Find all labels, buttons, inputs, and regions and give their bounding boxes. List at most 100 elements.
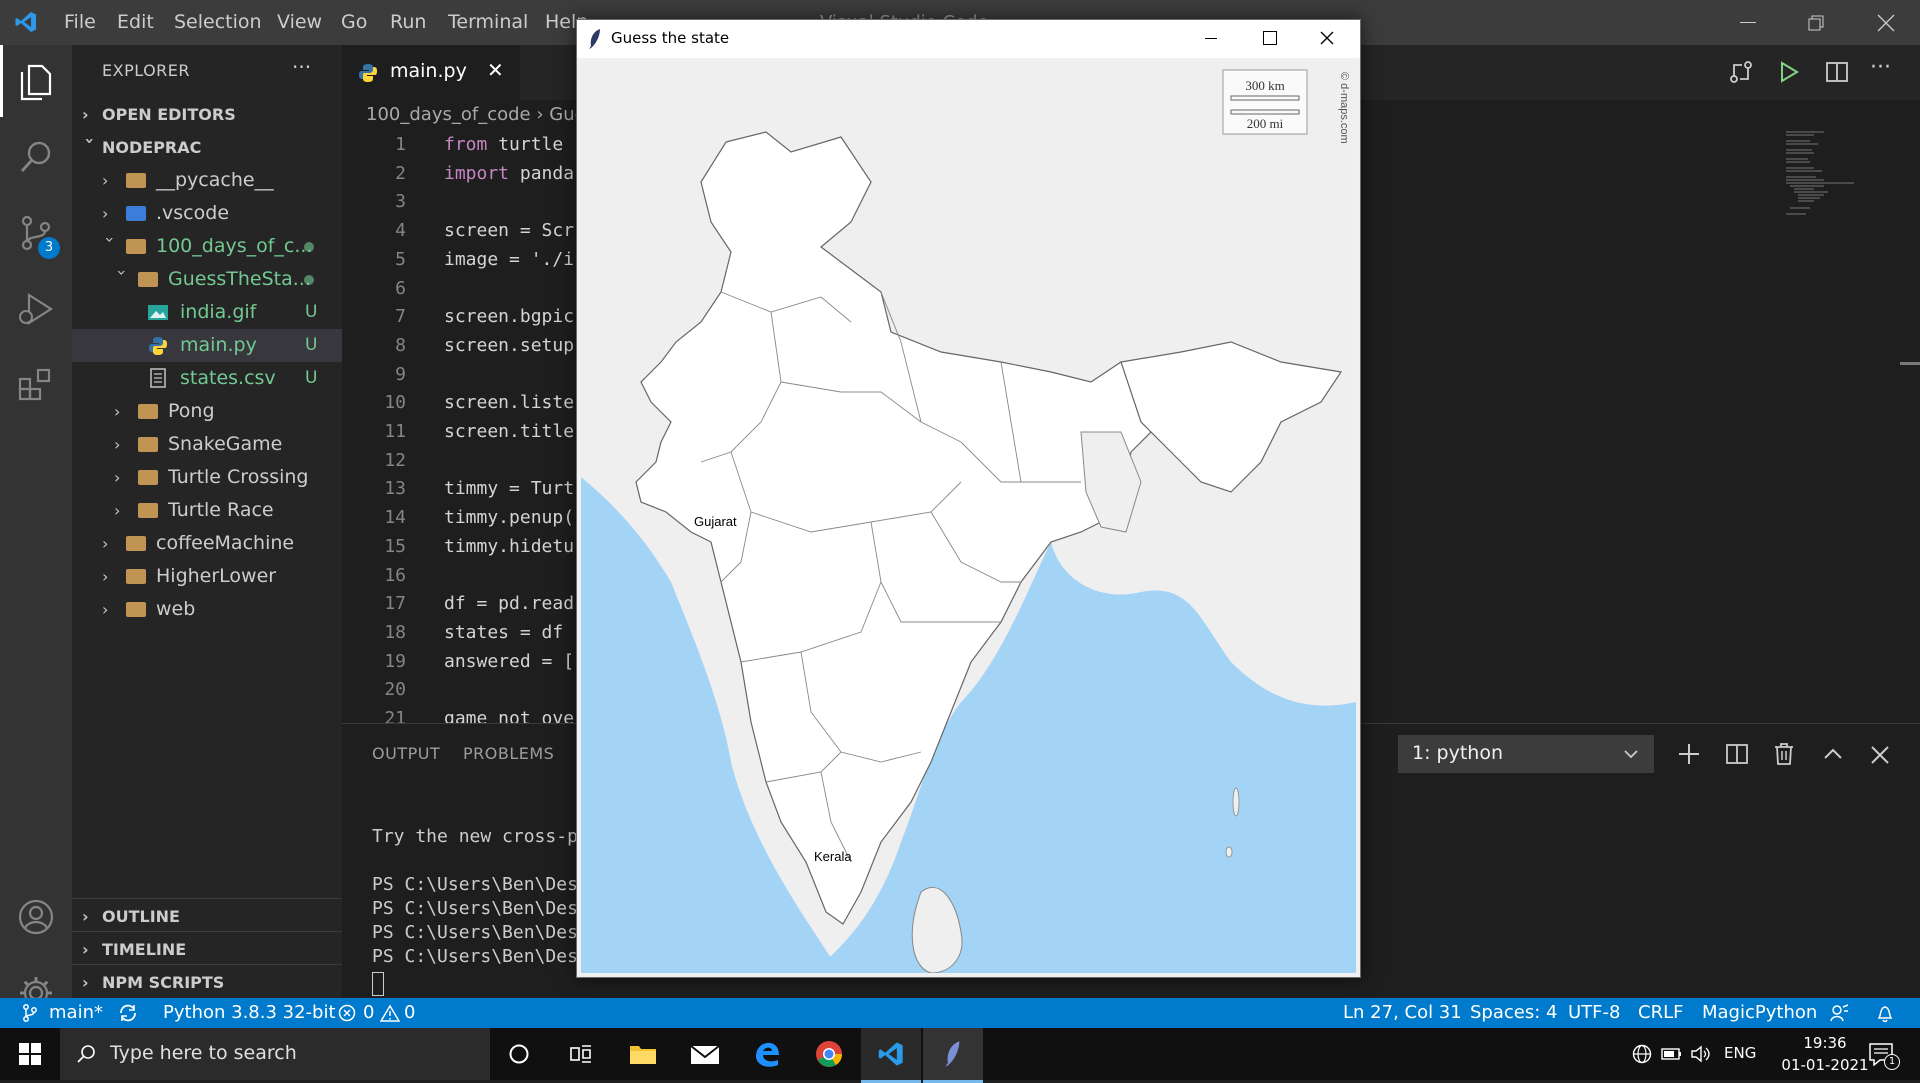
run-file-icon[interactable] (1776, 59, 1802, 85)
trash-icon[interactable] (1772, 741, 1796, 767)
error-count[interactable]: 0 (363, 998, 374, 1028)
npm-scripts-section[interactable]: › NPM SCRIPTS (72, 966, 342, 999)
battery-icon[interactable] (1661, 1046, 1683, 1062)
search-button[interactable] (0, 121, 72, 193)
menu-run[interactable]: Run (390, 0, 426, 45)
tree-item-coffeemachine[interactable]: › coffeeMachine (72, 527, 342, 560)
branch-status[interactable]: main* (49, 998, 103, 1028)
sync-icon[interactable] (117, 1003, 139, 1023)
tab-output[interactable]: OUTPUT (372, 744, 440, 763)
encoding[interactable]: UTF-8 (1568, 998, 1620, 1028)
code-line[interactable]: df = pd.read (444, 593, 574, 614)
code-line[interactable]: timmy.hidetu (444, 536, 574, 557)
code-line[interactable]: answered = [ (444, 651, 574, 672)
maximize-icon[interactable] (1263, 31, 1277, 45)
split-editor-icon[interactable] (1824, 59, 1850, 85)
more-actions-button[interactable]: ··· (292, 55, 311, 79)
explorer-button[interactable] (0, 45, 72, 117)
turtle-title-bar[interactable]: Guess the state (577, 20, 1360, 58)
clock-date[interactable]: 01-01-2021 (1766, 1056, 1884, 1074)
close-window-button[interactable] (1852, 0, 1920, 45)
menu-view[interactable]: View (277, 0, 322, 45)
tab-main-py[interactable]: main.py ✕ (342, 45, 520, 100)
tree-item-vscode[interactable]: › .vscode (72, 197, 342, 230)
indentation[interactable]: Spaces: 4 (1470, 998, 1557, 1028)
tree-item-india-gif[interactable]: india.gif U (72, 296, 342, 329)
taskbar-search-box[interactable]: Type here to search (60, 1028, 490, 1080)
run-debug-button[interactable] (0, 273, 72, 345)
error-icon[interactable] (338, 1004, 356, 1022)
clock-time[interactable]: 19:36 (1790, 1034, 1860, 1052)
tree-item-higherlower[interactable]: › HigherLower (72, 560, 342, 593)
close-icon[interactable] (1320, 31, 1334, 45)
cortana-button[interactable] (489, 1028, 549, 1080)
file-explorer-taskbar-button[interactable] (613, 1028, 673, 1080)
tree-item-states-csv[interactable]: states.csv U (72, 362, 342, 395)
code-line[interactable]: from turtle (444, 134, 563, 155)
scrollbar-thumb[interactable] (1900, 362, 1920, 365)
code-line[interactable]: screen = Scr (444, 220, 574, 241)
tree-item-pong[interactable]: › Pong (72, 395, 342, 428)
open-editors-section[interactable]: › OPEN EDITORS (72, 98, 342, 131)
code-line[interactable]: screen.title (444, 421, 574, 442)
source-control-button[interactable]: 3 (0, 197, 72, 269)
menu-terminal[interactable]: Terminal (448, 0, 528, 45)
start-button[interactable] (0, 1028, 60, 1080)
tree-item-turtle-crossing[interactable]: › Turtle Crossing (72, 461, 342, 494)
terminal-selector[interactable]: 1: python (1398, 735, 1654, 773)
compare-changes-icon[interactable] (1728, 59, 1754, 85)
code-line[interactable]: screen.setup (444, 335, 574, 356)
india-map-image[interactable]: 300 km 200 mi © d-maps.com Gujarat Keral… (581, 62, 1356, 973)
cursor-position[interactable]: Ln 27, Col 31 (1343, 998, 1462, 1028)
chevron-up-icon[interactable] (1821, 744, 1845, 764)
code-line[interactable]: screen.liste (444, 392, 574, 413)
chrome-taskbar-button[interactable] (799, 1028, 859, 1080)
turtle-canvas[interactable]: 300 km 200 mi © d-maps.com Gujarat Keral… (581, 62, 1356, 973)
python-turtle-taskbar-button[interactable] (923, 1028, 983, 1083)
menu-file[interactable]: File (64, 0, 96, 45)
menu-selection[interactable]: Selection (174, 0, 262, 45)
python-interpreter[interactable]: Python 3.8.3 32-bit (163, 998, 336, 1028)
tree-item-snakegame[interactable]: › SnakeGame (72, 428, 342, 461)
mail-taskbar-button[interactable] (675, 1028, 735, 1080)
warning-icon[interactable] (380, 1004, 400, 1022)
tree-item-turtle-race[interactable]: › Turtle Race (72, 494, 342, 527)
minimize-button[interactable] (1714, 0, 1782, 45)
code-line[interactable]: timmy.penup( (444, 507, 574, 528)
extensions-button[interactable] (0, 349, 72, 421)
warning-count[interactable]: 0 (404, 998, 415, 1028)
code-line[interactable]: import panda (444, 163, 574, 184)
code-line[interactable]: image = './i (444, 249, 574, 270)
tree-item-web[interactable]: › web (72, 593, 342, 626)
outline-section[interactable]: › OUTLINE (72, 900, 342, 933)
tree-item-100-days[interactable]: › 100_days_of_c... (72, 230, 342, 263)
more-actions-icon[interactable]: ··· (1870, 55, 1891, 80)
close-panel-icon[interactable] (1869, 744, 1891, 766)
tree-item-pycache[interactable]: › __pycache__ (72, 164, 342, 197)
menu-edit[interactable]: Edit (117, 0, 154, 45)
tree-item-main-py[interactable]: main.py U (72, 329, 342, 362)
language-mode[interactable]: MagicPython (1702, 998, 1817, 1028)
split-terminal-icon[interactable] (1725, 742, 1749, 766)
feedback-icon[interactable] (1829, 1003, 1849, 1023)
new-terminal-icon[interactable] (1677, 742, 1701, 766)
minimize-icon[interactable] (1205, 38, 1217, 39)
code-line[interactable]: timmy = Turt (444, 478, 574, 499)
minimap[interactable] (1784, 128, 1864, 228)
code-line[interactable]: states = df (444, 622, 563, 643)
breadcrumb-item[interactable]: 100_days_of_code (366, 104, 531, 125)
tab-problems[interactable]: PROBLEMS (463, 744, 554, 763)
bell-icon[interactable] (1876, 1003, 1894, 1023)
edge-taskbar-button[interactable] (737, 1028, 797, 1080)
network-globe-icon[interactable] (1632, 1044, 1652, 1064)
code-line[interactable]: screen.bgpic (444, 306, 574, 327)
task-view-button[interactable] (551, 1028, 611, 1080)
input-language[interactable]: ENG (1724, 1044, 1756, 1062)
timeline-section[interactable]: › TIMELINE (72, 933, 342, 966)
accounts-button[interactable] (0, 881, 72, 953)
workspace-section[interactable]: › NODEPRAC (72, 131, 342, 164)
line-ending[interactable]: CRLF (1638, 998, 1683, 1028)
vscode-taskbar-button[interactable] (861, 1028, 921, 1083)
tab-close-button[interactable]: ✕ (487, 58, 504, 82)
tree-item-guessthestate[interactable]: › GuessTheSta... (72, 263, 342, 296)
